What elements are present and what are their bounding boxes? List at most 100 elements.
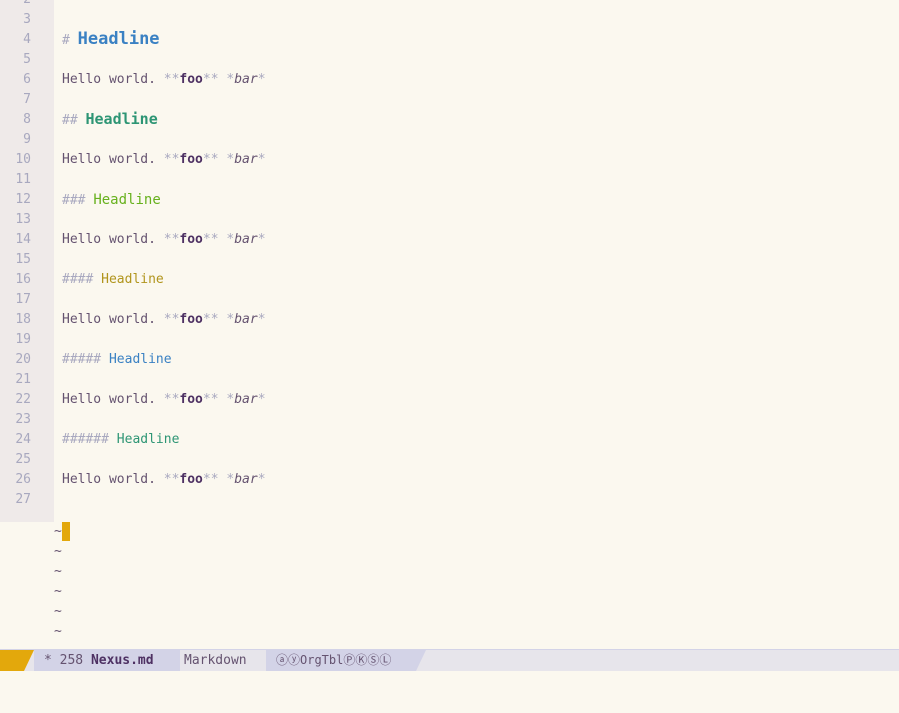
buffer-line[interactable]: 14 Hello world. **foo** *bar* bbox=[0, 230, 899, 250]
bold-marker: ** bbox=[202, 72, 219, 87]
plain-text: Hello world. bbox=[62, 232, 164, 247]
buffer-line[interactable]: 21 bbox=[0, 370, 899, 390]
line-content: # Headline bbox=[62, 29, 160, 49]
buffer-line[interactable]: 4 # Headline bbox=[0, 29, 899, 50]
italic-marker: * bbox=[257, 312, 266, 327]
heading-marker: ##### bbox=[62, 352, 109, 367]
bold-text: foo bbox=[179, 312, 203, 327]
bold-marker: ** bbox=[163, 232, 180, 247]
buffer-line[interactable]: 22 Hello world. **foo** *bar* bbox=[0, 390, 899, 410]
line-number: 25 bbox=[15, 452, 31, 467]
line-content: ### Headline bbox=[62, 192, 161, 208]
line-content: Hello world. **foo** *bar* bbox=[62, 392, 266, 407]
italic-text: bar bbox=[234, 72, 258, 87]
buffer-line[interactable]: 25 bbox=[0, 450, 899, 470]
buffer-line[interactable]: 7 bbox=[0, 90, 899, 110]
modeline-filler bbox=[426, 650, 899, 671]
line-number: 5 bbox=[23, 52, 31, 67]
buffer-line[interactable]: 2 bbox=[0, 0, 899, 10]
line-number: 16 bbox=[15, 272, 31, 287]
line-number: 3 bbox=[23, 12, 31, 27]
line-content: Hello world. **foo** *bar* bbox=[62, 312, 266, 327]
line-number: 6 bbox=[23, 72, 31, 87]
bold-marker: ** bbox=[202, 232, 219, 247]
bold-marker: ** bbox=[163, 152, 180, 167]
empty-line-tilde: ~ bbox=[54, 604, 62, 619]
bold-marker: ** bbox=[163, 72, 180, 87]
line-content: Hello world. **foo** *bar* bbox=[62, 472, 266, 487]
heading-marker: ### bbox=[62, 193, 94, 208]
line-number: 11 bbox=[15, 172, 31, 187]
line-content: Hello world. **foo** *bar* bbox=[62, 232, 266, 247]
line-number: 13 bbox=[15, 212, 31, 227]
empty-line-tilde: ~ bbox=[54, 524, 62, 539]
line-number: 27 bbox=[15, 492, 31, 507]
buffer-line[interactable]: 23 bbox=[0, 410, 899, 430]
buffer-name[interactable]: Nexus.md bbox=[91, 653, 154, 668]
buffer-line[interactable]: 26 Hello world. **foo** *bar* bbox=[0, 470, 899, 490]
heading-marker: ###### bbox=[62, 432, 117, 447]
separator-arrow bbox=[170, 650, 180, 671]
line-content: #### Headline bbox=[62, 272, 164, 287]
line-content: ###### Headline bbox=[62, 432, 179, 447]
window-number-icon: 1 bbox=[37, 674, 52, 689]
bold-marker: ** bbox=[202, 472, 219, 487]
empty-line-tilde: ~ bbox=[54, 564, 62, 579]
buffer-line[interactable]: 24 ###### Headline bbox=[0, 430, 899, 450]
editor-area[interactable]: 234# Headline56Hello world. **foo** *bar… bbox=[0, 0, 899, 648]
separator-arrow bbox=[24, 650, 34, 671]
separator-arrow bbox=[256, 650, 266, 671]
line-number: 21 bbox=[15, 372, 31, 387]
buffer-line[interactable]: 27 bbox=[0, 490, 899, 510]
italic-marker: * bbox=[257, 232, 266, 247]
separator-arrow bbox=[416, 650, 426, 671]
line-number: 22 bbox=[15, 392, 31, 407]
buffer-line[interactable]: 19 bbox=[0, 330, 899, 350]
buffer-line[interactable]: 12 ### Headline bbox=[0, 190, 899, 210]
buffer-line[interactable]: 20 ##### Headline bbox=[0, 350, 899, 370]
buffer-line[interactable]: 10 Hello world. **foo** *bar* bbox=[0, 150, 899, 170]
line-number: 15 bbox=[15, 252, 31, 267]
buffer-line[interactable]: 11 bbox=[0, 170, 899, 190]
bold-text: foo bbox=[179, 72, 203, 87]
buffer-info[interactable]: * 258 Nexus.md bbox=[34, 650, 180, 671]
buffer-line[interactable]: 8 ## Headline bbox=[0, 110, 899, 130]
heading-h3-text: Headline bbox=[93, 192, 161, 208]
heading-marker: ## bbox=[62, 113, 86, 128]
buffer-line[interactable]: 15 bbox=[0, 250, 899, 270]
line-number: 17 bbox=[15, 292, 31, 307]
line-number: 8 bbox=[23, 112, 31, 127]
empty-line-tilde: ~ bbox=[54, 584, 62, 599]
bold-marker: ** bbox=[163, 392, 180, 407]
buffer-line[interactable]: 5 bbox=[0, 50, 899, 70]
line-number: 23 bbox=[15, 412, 31, 427]
buffer-line[interactable]: 13 bbox=[0, 210, 899, 230]
line-number: 12 bbox=[15, 192, 31, 207]
buffer-line[interactable]: 17 bbox=[0, 290, 899, 310]
italic-text: bar bbox=[234, 232, 258, 247]
line-content: Hello world. **foo** *bar* bbox=[62, 152, 266, 167]
bold-marker: ** bbox=[163, 312, 180, 327]
buffer-line[interactable]: 9 bbox=[0, 130, 899, 150]
italic-marker: * bbox=[257, 472, 266, 487]
minor-modes[interactable]: ⓐⓨOrgTblⓅⓀⓈⓁ bbox=[266, 650, 416, 671]
buffer-line[interactable]: 16 #### Headline bbox=[0, 270, 899, 290]
plain-text: Hello world. bbox=[62, 152, 164, 167]
italic-marker: * bbox=[257, 72, 266, 87]
bold-text: foo bbox=[179, 152, 203, 167]
line-number: 19 bbox=[15, 332, 31, 347]
heading-marker: # bbox=[62, 33, 78, 48]
line-number: 20 bbox=[15, 352, 31, 367]
line-number: 24 bbox=[15, 432, 31, 447]
buffer-line[interactable]: 6 Hello world. **foo** *bar* bbox=[0, 70, 899, 90]
evil-state-indicator: 1 bbox=[0, 650, 52, 689]
italic-marker: * bbox=[257, 152, 266, 167]
major-mode[interactable]: Markdown bbox=[180, 650, 256, 671]
buffer-size: 258 bbox=[59, 653, 91, 668]
italic-text: bar bbox=[234, 472, 258, 487]
bold-marker: ** bbox=[163, 472, 180, 487]
buffer-line[interactable]: 3 bbox=[0, 10, 899, 30]
buffer-line[interactable]: 18 Hello world. **foo** *bar* bbox=[0, 310, 899, 330]
plain-text: Hello world. bbox=[62, 472, 164, 487]
heading-h2-text: Headline bbox=[85, 110, 158, 128]
